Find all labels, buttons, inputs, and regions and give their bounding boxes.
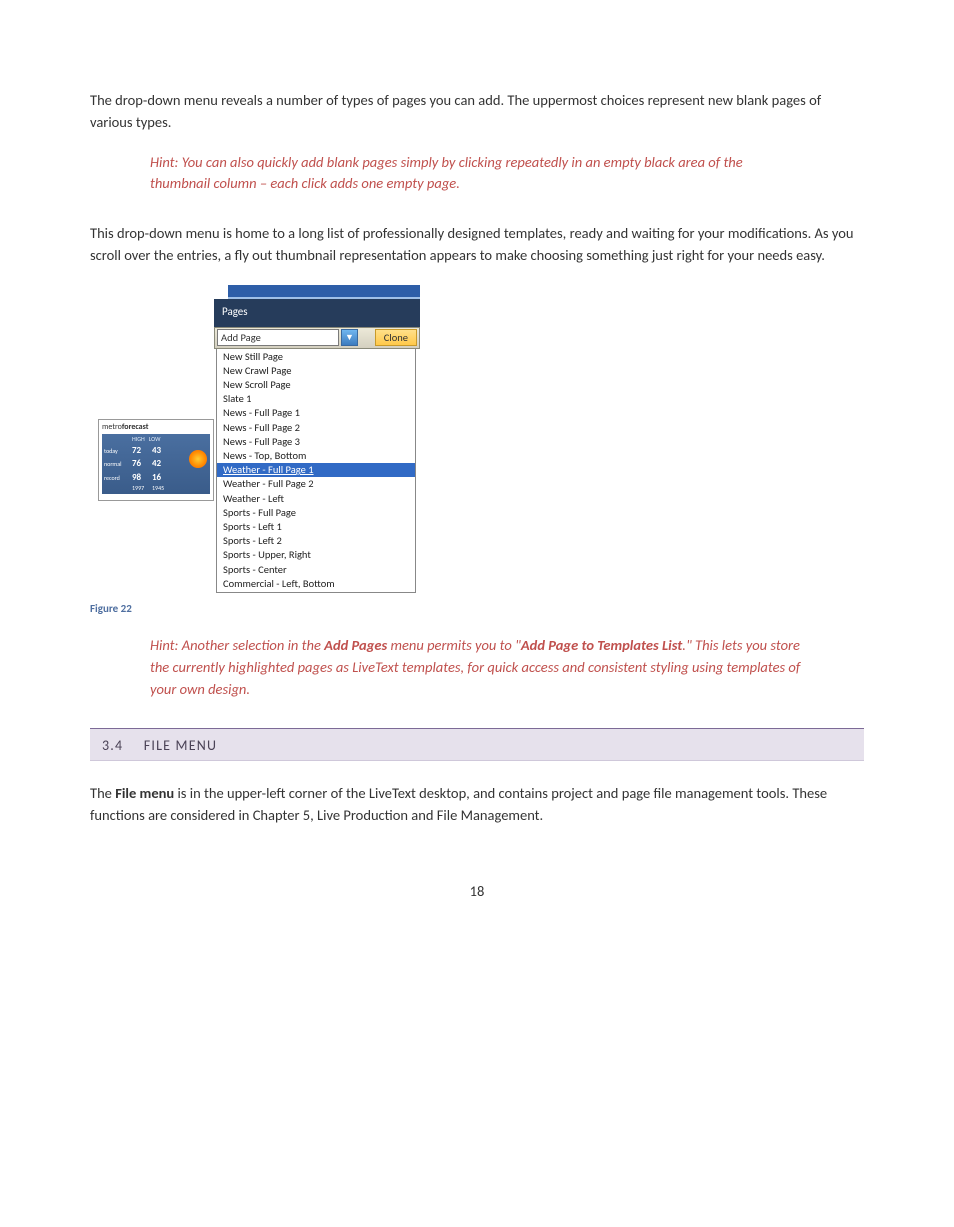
add-page-field[interactable]: Add Page [217, 329, 339, 346]
template-item[interactable]: News - Full Page 3 [217, 435, 415, 449]
template-item[interactable]: Weather - Full Page 1 [217, 463, 415, 477]
flyout-row-1-lbl: normal [104, 460, 128, 469]
template-item[interactable]: News - Top, Bottom [217, 449, 415, 463]
hint-1: Hint: You can also quickly add blank pag… [150, 152, 804, 196]
section-title: FILE MENU [144, 737, 217, 754]
flyout-brand-bold: forecast [122, 422, 149, 432]
template-item[interactable]: Sports - Full Page [217, 506, 415, 520]
figure-caption: Figure 22 [90, 601, 864, 618]
template-item[interactable]: Weather - Full Page 2 [217, 477, 415, 491]
paragraph-intro-2: This drop-down menu is home to a long li… [90, 223, 864, 267]
flyout-row-2-lo: 16 [152, 471, 168, 485]
template-item[interactable]: Slate 1 [217, 392, 415, 406]
paragraph-intro-1: The drop-down menu reveals a number of t… [90, 90, 864, 134]
flyout-row-2-lbl: record [104, 474, 128, 483]
panel-header-pages: Pages [214, 299, 420, 327]
chevron-down-icon: ▼ [345, 331, 354, 345]
screenshot-figure: metroforecast HIGH LOW today 72 43 norma… [98, 285, 864, 593]
flyout-row-1-lo: 42 [152, 457, 168, 471]
flyout-head-low: LOW [149, 435, 161, 444]
template-dropdown-list: New Still PageNew Crawl PageNew Scroll P… [216, 349, 416, 593]
template-item[interactable]: Weather - Left [217, 491, 415, 505]
hint2-bold-2: Add Page to Templates List [521, 636, 682, 654]
flyout-row-3-lo: 1945 [152, 484, 168, 493]
filemenu-pre: The [90, 784, 115, 802]
sun-icon [189, 450, 207, 468]
section-heading-file-menu: 3.4 FILE MENU [90, 728, 864, 761]
hint-2: Hint: Another selection in the Add Pages… [150, 635, 804, 700]
paragraph-file-menu: The File menu is in the upper-left corne… [90, 783, 864, 827]
add-page-label: Add Page [221, 330, 261, 346]
flyout-row-3-hi: 1997 [132, 484, 148, 493]
template-item[interactable]: News - Full Page 1 [217, 406, 415, 420]
flyout-head-high: HIGH [132, 435, 145, 444]
panel-toolbar: Add Page ▼ Clone [214, 327, 420, 349]
add-page-dropdown-button[interactable]: ▼ [341, 329, 358, 346]
flyout-row-1-hi: 76 [132, 457, 148, 471]
template-item[interactable]: Sports - Center [217, 562, 415, 576]
flyout-row-0-hi: 72 [132, 444, 148, 458]
flyout-row-0-lbl: today [104, 447, 128, 456]
flyout-row-0-lo: 43 [152, 444, 168, 458]
page-number: 18 [90, 881, 864, 943]
hint2-mid1: menu permits you to " [387, 636, 521, 654]
flyout-thumbnail: metroforecast HIGH LOW today 72 43 norma… [98, 419, 214, 501]
clone-button[interactable]: Clone [375, 329, 417, 346]
template-item[interactable]: Sports - Left 2 [217, 534, 415, 548]
hint2-bold-1: Add Pages [324, 636, 387, 654]
template-item[interactable]: New Scroll Page [217, 378, 415, 392]
filemenu-bold: File menu [115, 784, 174, 802]
flyout-brand-prefix: metro [102, 422, 122, 432]
template-item[interactable]: Commercial - Left, Bottom [217, 577, 415, 591]
window-titlebar-strip [228, 285, 420, 299]
template-item[interactable]: News - Full Page 2 [217, 420, 415, 434]
flyout-row-2-hi: 98 [132, 471, 148, 485]
template-item[interactable]: Sports - Upper, Right [217, 548, 415, 562]
filemenu-post: is in the upper-left corner of the LiveT… [90, 784, 827, 824]
clone-button-label: Clone [384, 330, 408, 346]
panel-header-label: Pages [222, 304, 248, 321]
template-item[interactable]: New Still Page [217, 350, 415, 364]
template-item[interactable]: Sports - Left 1 [217, 520, 415, 534]
hint2-pre: Hint: Another selection in the [150, 636, 324, 654]
template-item[interactable]: New Crawl Page [217, 364, 415, 378]
section-number: 3.4 [102, 735, 123, 756]
